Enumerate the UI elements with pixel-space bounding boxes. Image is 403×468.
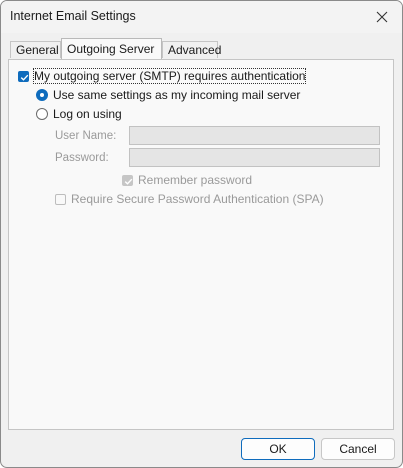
same-settings-radio[interactable] (36, 89, 48, 101)
internet-email-settings-dialog: Internet Email Settings General Outgoing… (0, 0, 403, 468)
close-button[interactable] (372, 7, 392, 27)
remember-password-checkbox[interactable] (122, 174, 133, 186)
remember-password-label: Remember password (138, 173, 253, 187)
username-input[interactable] (129, 126, 380, 145)
tab-general[interactable]: General (10, 41, 61, 58)
close-icon (376, 11, 388, 23)
password-input[interactable] (129, 148, 380, 167)
tab-outgoing-server[interactable]: Outgoing Server (61, 38, 162, 59)
log-on-row[interactable]: Log on using (36, 107, 122, 121)
password-label: Password: (55, 152, 109, 164)
requires-auth-checkbox[interactable] (18, 70, 29, 82)
outgoing-server-panel: My outgoing server (SMTP) requires authe… (8, 59, 394, 430)
title-bar: Internet Email Settings (1, 1, 402, 33)
username-label: User Name: (55, 130, 117, 142)
spa-row[interactable]: Require Secure Password Authentication (… (55, 192, 324, 206)
ok-button[interactable]: OK (241, 438, 315, 460)
checkmark-icon (20, 74, 29, 81)
tab-advanced[interactable]: Advanced (162, 41, 221, 58)
cancel-button[interactable]: Cancel (321, 438, 395, 460)
requires-auth-row[interactable]: My outgoing server (SMTP) requires authe… (18, 68, 307, 84)
same-settings-label: Use same settings as my incoming mail se… (53, 88, 301, 102)
same-settings-row[interactable]: Use same settings as my incoming mail se… (36, 88, 300, 102)
checkmark-icon (124, 178, 133, 185)
requires-auth-label: My outgoing server (SMTP) requires authe… (32, 68, 307, 84)
log-on-label: Log on using (53, 107, 122, 121)
spa-checkbox[interactable] (55, 193, 66, 205)
log-on-radio[interactable] (36, 108, 48, 120)
spa-label: Require Secure Password Authentication (… (71, 192, 324, 206)
remember-password-row[interactable]: Remember password (122, 173, 252, 187)
window-title: Internet Email Settings (10, 9, 136, 23)
